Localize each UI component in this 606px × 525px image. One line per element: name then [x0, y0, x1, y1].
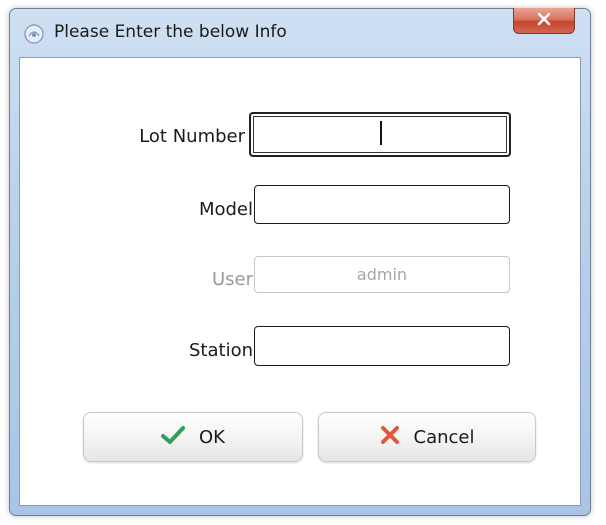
model-input[interactable]: [254, 185, 510, 224]
ok-button-label: OK: [199, 426, 225, 448]
window-title: Please Enter the below Info: [54, 22, 287, 42]
cancel-button-label: Cancel: [413, 426, 475, 448]
checkmark-icon: [161, 425, 185, 449]
close-icon: [536, 11, 552, 30]
user-input: [254, 256, 510, 293]
app-logo-icon: [24, 24, 44, 44]
title-bar[interactable]: Please Enter the below Info: [10, 8, 590, 57]
x-icon: [380, 425, 400, 449]
lot-number-label: Lot Number: [139, 126, 245, 147]
cancel-button[interactable]: Cancel: [318, 412, 536, 462]
text-caret: [380, 121, 382, 145]
close-button[interactable]: [513, 8, 575, 34]
station-input[interactable]: [254, 326, 510, 366]
dialog-content: Lot Number Model User Station OK: [19, 57, 581, 506]
user-label: User: [211, 269, 253, 290]
dialog-window: Please Enter the below Info Lot Number M…: [9, 8, 591, 516]
station-label: Station: [189, 340, 253, 361]
ok-button[interactable]: OK: [83, 412, 303, 462]
model-label: Model: [198, 199, 253, 220]
